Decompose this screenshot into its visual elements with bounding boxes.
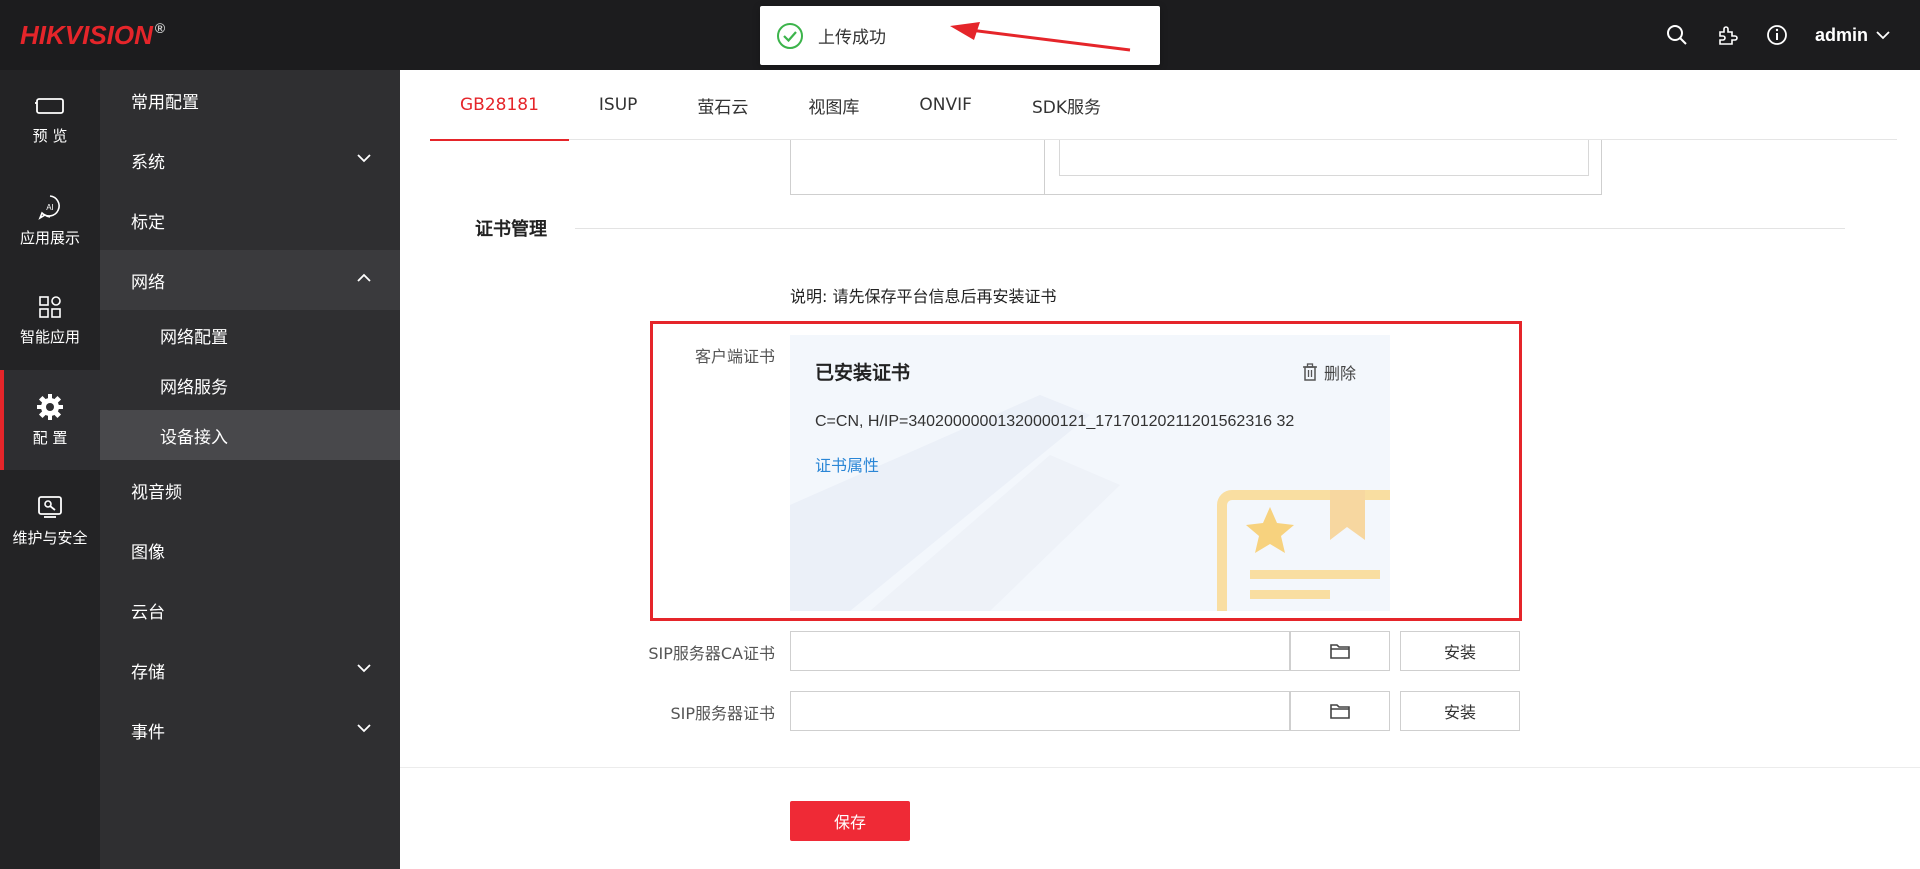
sip-cert-path-field[interactable]: [790, 691, 1290, 731]
info-icon[interactable]: [1765, 23, 1789, 47]
menu-storage[interactable]: 存储: [100, 640, 400, 700]
tab-gb28181[interactable]: GB28181: [430, 70, 569, 141]
toast-message: 上传成功: [818, 28, 886, 48]
nav-app-display[interactable]: AI 应用展示: [0, 170, 100, 270]
annotation-arrow: [950, 22, 1131, 52]
logo: HIKVISION ®: [20, 20, 166, 50]
section-title: 证书管理: [475, 219, 547, 240]
chevron-down-icon: [357, 664, 371, 673]
monitor-icon: [35, 97, 64, 114]
menu-image[interactable]: 图像: [100, 520, 400, 580]
nav-smart-apps[interactable]: 智能应用: [0, 270, 100, 370]
section-divider: [575, 228, 1845, 229]
tab-ezviz[interactable]: 萤石云: [667, 70, 778, 140]
menu-network-config[interactable]: 网络配置: [100, 310, 400, 360]
plugin-icon[interactable]: [1715, 23, 1739, 47]
apps-icon: [39, 295, 61, 318]
tab-isup[interactable]: ISUP: [569, 70, 668, 140]
folder-icon: [1330, 644, 1350, 659]
installed-cert-title: 已安装证书: [815, 362, 911, 384]
search-icon[interactable]: [1665, 23, 1689, 47]
tab-bar: GB28181 ISUP 萤石云 视图库 ONVIF SDK服务: [430, 70, 1897, 141]
secondary-nav: 常用配置 系统 标定 网络 网络配置 网络服务 设备接入 视音频 图像 云台 存…: [100, 70, 400, 869]
sip-ca-cert-label: SIP服务器CA证书: [648, 644, 775, 663]
menu-system[interactable]: 系统: [100, 130, 400, 190]
sip-install-button[interactable]: 安装: [1400, 691, 1520, 731]
installed-cert-card: 已安装证书 删除 C=CN, H/IP=34020000001320000121…: [790, 335, 1390, 611]
menu-calibration[interactable]: 标定: [100, 190, 400, 250]
chevron-down-icon: [357, 154, 371, 163]
save-button[interactable]: 保存: [790, 801, 910, 841]
menu-network[interactable]: 网络: [100, 250, 400, 310]
main-content: GB28181 ISUP 萤石云 视图库 ONVIF SDK服务 证书管理 说明…: [400, 70, 1920, 869]
client-cert-label: 客户端证书: [694, 347, 775, 366]
cert-properties-link[interactable]: 证书属性: [815, 452, 879, 476]
username: admin: [1814, 24, 1868, 45]
ai-icon: AI: [38, 194, 60, 220]
footer-divider: [400, 767, 1920, 768]
install-note: 说明: 请先保存平台信息后再安装证书: [790, 287, 1057, 306]
sip-ca-browse-button[interactable]: [1290, 631, 1390, 671]
menu-network-service[interactable]: 网络服务: [100, 360, 400, 410]
tab-onvif[interactable]: ONVIF: [889, 70, 1002, 140]
user-menu[interactable]: admin: [1815, 25, 1890, 46]
menu-ptz[interactable]: 云台: [100, 580, 400, 640]
chevron-up-icon: [357, 273, 371, 282]
menu-common-config[interactable]: 常用配置: [100, 70, 400, 130]
gear-icon: [37, 393, 63, 420]
svg-text:AI: AI: [46, 203, 54, 212]
menu-device-access[interactable]: 设备接入: [100, 410, 400, 460]
nav-maintenance[interactable]: 维护与安全: [0, 470, 100, 570]
menu-event[interactable]: 事件: [100, 700, 400, 760]
check-circle-icon: [777, 22, 803, 49]
top-actions: admin: [1665, 0, 1890, 70]
cert-subject: C=CN, H/IP=34020000001320000121_17170120…: [815, 413, 1295, 430]
primary-nav: 预 览 AI 应用展示 智能应用 配 置 维护与安全: [0, 70, 100, 869]
tab-view-library[interactable]: 视图库: [778, 70, 889, 140]
sip-browse-button[interactable]: [1290, 691, 1390, 731]
sip-cert-label: SIP服务器证书: [670, 704, 775, 723]
sip-ca-install-button[interactable]: 安装: [1400, 631, 1520, 671]
previous-table-fragment: [790, 140, 1602, 195]
nav-config[interactable]: 配 置: [0, 370, 100, 470]
tab-sdk-service[interactable]: SDK服务: [1002, 70, 1131, 140]
nav-preview[interactable]: 预 览: [0, 70, 100, 170]
trash-icon: [1302, 363, 1317, 381]
menu-audio-video[interactable]: 视音频: [100, 460, 400, 520]
sip-ca-cert-path-field[interactable]: [790, 631, 1290, 671]
chevron-down-icon: [1876, 31, 1890, 40]
folder-icon: [1330, 704, 1350, 719]
chevron-down-icon: [357, 724, 371, 733]
maintenance-icon: [38, 495, 62, 518]
delete-cert-button[interactable]: 删除: [1302, 360, 1356, 384]
